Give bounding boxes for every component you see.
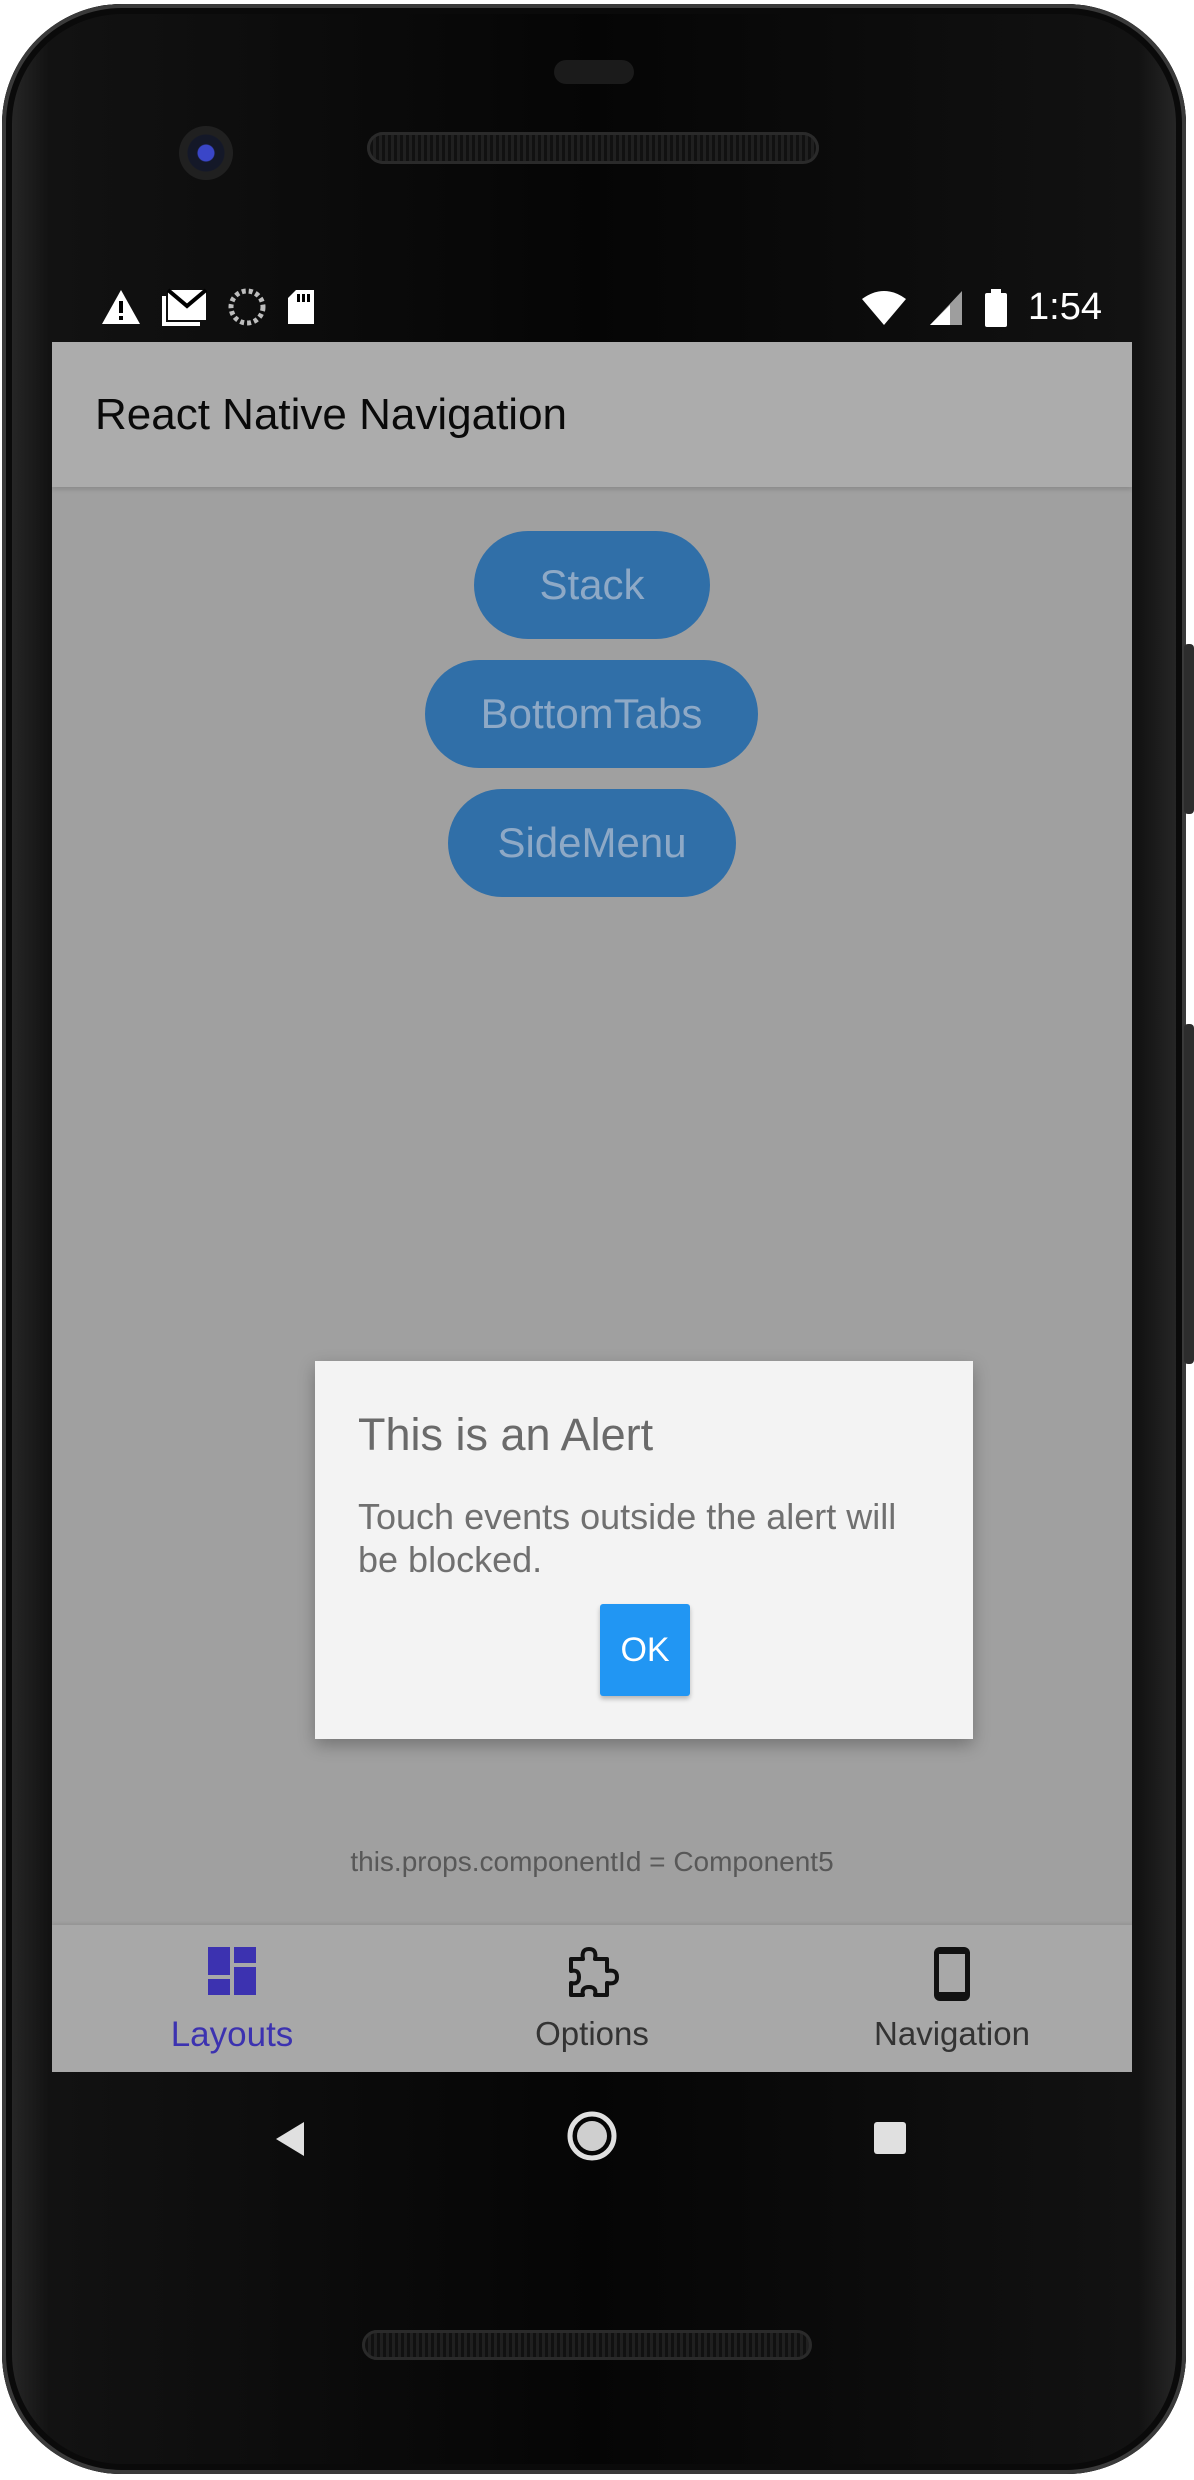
status-icons-right: 1:54 — [860, 286, 1102, 329]
system-nav-bar — [52, 2080, 1132, 2190]
front-camera-icon — [179, 126, 233, 180]
signal-icon — [930, 290, 963, 325]
gmail-icon — [162, 288, 208, 326]
status-bar: 1:54 — [52, 280, 1132, 340]
dashboard-icon — [208, 1947, 256, 1995]
alert-ok-button[interactable]: OK — [600, 1604, 690, 1696]
sync-icon — [228, 288, 266, 326]
volume-button — [1184, 1024, 1194, 1364]
battery-icon — [985, 288, 1008, 327]
top-speaker — [367, 132, 819, 164]
wifi-icon — [862, 290, 907, 325]
puzzle-icon — [569, 1947, 619, 1997]
tab-label-navigation: Navigation — [874, 2015, 1030, 2052]
tab-label-layouts: Layouts — [170, 2015, 294, 2054]
home-icon[interactable] — [566, 2110, 618, 2162]
alert-message: Touch events outside the alert will be b… — [358, 1496, 897, 1580]
tab-options[interactable]: Options — [412, 1925, 772, 2072]
component-id-text: this.props.componentId = Component5 — [350, 1846, 834, 1877]
sd-card-icon — [288, 290, 314, 324]
recents-icon[interactable] — [873, 2121, 907, 2155]
bottom-speaker — [362, 2330, 812, 2360]
power-button — [1184, 644, 1194, 814]
phone-icon — [934, 1947, 970, 2001]
bottom-tabs-button[interactable]: BottomTabs — [425, 660, 758, 768]
side-menu-button[interactable]: SideMenu — [448, 789, 736, 897]
sensor-notch — [554, 60, 634, 84]
tab-label-options: Options — [535, 2015, 649, 2052]
app-screen: React Native Navigation Stack BottomTabs… — [52, 342, 1132, 2072]
stack-button[interactable]: Stack — [474, 531, 710, 639]
status-clock: 1:54 — [1028, 286, 1102, 328]
tab-layouts[interactable]: Layouts — [52, 1925, 412, 2072]
alert-dialog: This is an Alert Touch events outside th… — [315, 1361, 973, 1739]
warning-icon — [102, 290, 140, 324]
app-title: React Native Navigation — [95, 390, 568, 439]
status-icons-left — [100, 288, 316, 326]
app-bar: React Native Navigation — [52, 342, 1132, 487]
alert-title: This is an Alert — [358, 1409, 654, 1460]
back-icon[interactable] — [274, 2120, 306, 2158]
bottom-tab-bar: Layouts Options Navigation — [52, 1925, 1132, 2072]
tab-navigation[interactable]: Navigation — [772, 1925, 1132, 2072]
